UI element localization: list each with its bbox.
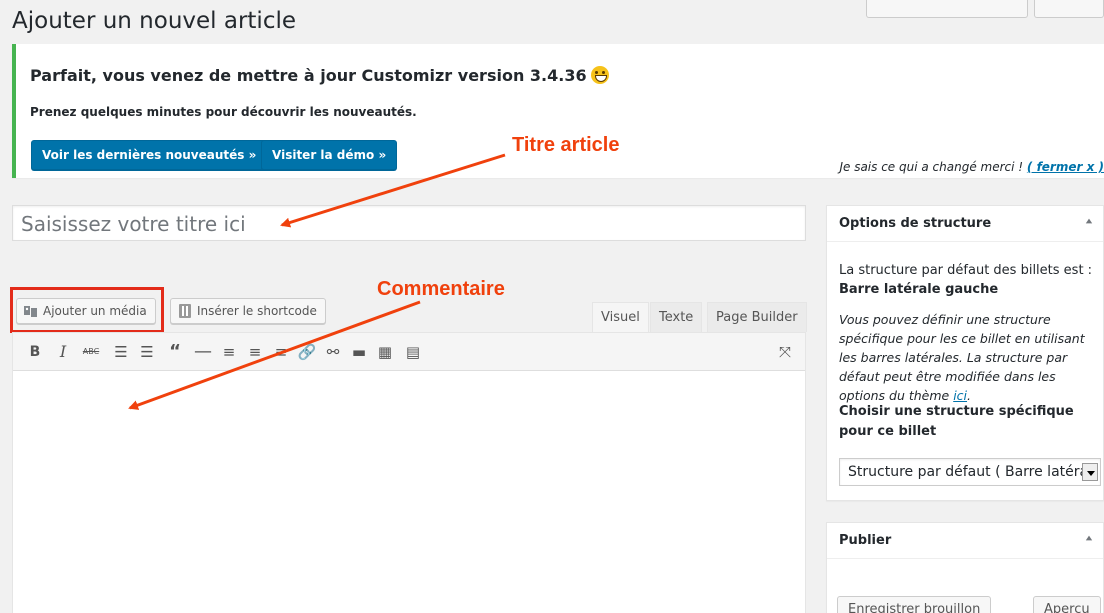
publish-header[interactable]: Publier	[827, 523, 1103, 559]
highlight-box	[10, 287, 164, 333]
bullet-list-icon[interactable]: ☰	[111, 342, 131, 362]
numbered-list-icon[interactable]: ☰	[137, 342, 157, 362]
tab-visual[interactable]: Visuel	[592, 302, 649, 332]
smiley-icon	[590, 66, 609, 84]
collapse-icon[interactable]	[1085, 218, 1093, 224]
theme-options-link[interactable]: ici	[953, 388, 967, 403]
align-left-icon[interactable]: ≡	[219, 342, 239, 362]
default-layout-text: La structure par défaut des billets est …	[839, 263, 1093, 297]
bold-icon[interactable]: B	[25, 342, 45, 362]
italic-icon[interactable]: I	[53, 342, 73, 362]
shortcode-icon[interactable]: ▤	[403, 342, 423, 362]
annotation-commentaire: Commentaire	[377, 278, 505, 300]
update-notice: Parfait, vous venez de mettre à jour Cus…	[12, 44, 1104, 178]
tab-text[interactable]: Texte	[650, 302, 703, 332]
layout-help-text: Vous pouvez définir une structure spécif…	[839, 312, 1085, 403]
link-icon[interactable]: 🔗	[297, 342, 317, 362]
collapse-icon[interactable]	[1085, 535, 1093, 541]
toolbar-toggle-icon[interactable]: ▦	[375, 342, 395, 362]
page-title: Ajouter un nouvel article	[12, 8, 297, 34]
screen-options-button[interactable]	[866, 0, 1028, 18]
shortcode-button-icon	[179, 304, 191, 318]
dismiss-notice: Je sais ce qui a changé merci ! ( fermer…	[839, 160, 1104, 174]
preview-button[interactable]: Aperçu	[1033, 596, 1101, 613]
layout-select[interactable]: Structure par défaut ( Barre latérale	[839, 458, 1101, 486]
visit-demo-button[interactable]: Visiter la démo »	[261, 140, 398, 170]
editor-toolbar: B I ABC ☰ ☰ “ — ≡ ≡ ≡ 🔗 ⚯ ▬ ▦ ▤ ⤧	[13, 333, 805, 371]
strikethrough-icon[interactable]: ABC	[81, 342, 101, 362]
align-center-icon[interactable]: ≡	[245, 342, 265, 362]
content-editor[interactable]: B I ABC ☰ ☰ “ — ≡ ≡ ≡ 🔗 ⚯ ▬ ▦ ▤ ⤧	[12, 332, 806, 613]
unlink-icon[interactable]: ⚯	[323, 342, 343, 362]
read-more-icon[interactable]: ▬	[349, 342, 369, 362]
layout-options-box: Options de structure La structure par dé…	[826, 205, 1104, 501]
notice-description: Prenez quelques minutes pour découvrir l…	[30, 105, 417, 119]
choose-layout-label: Choisir une structure spécifique pour ce…	[839, 404, 1074, 439]
post-title-input[interactable]: Saisissez votre titre ici	[12, 205, 806, 241]
blockquote-icon[interactable]: “	[165, 342, 185, 362]
chevron-down-icon	[1082, 463, 1098, 481]
insert-shortcode-button[interactable]: Insérer le shortcode	[170, 298, 326, 324]
publish-box: Publier Enregistrer brouillon Aperçu	[826, 522, 1104, 613]
shortcode-label: Insérer le shortcode	[197, 304, 317, 318]
layout-options-header[interactable]: Options de structure	[827, 206, 1103, 242]
annotation-title-article: Titre article	[512, 134, 620, 156]
help-button[interactable]	[1034, 0, 1104, 18]
align-right-icon[interactable]: ≡	[271, 342, 291, 362]
view-news-button[interactable]: Voir les dernières nouveautés »	[31, 140, 268, 170]
fullscreen-icon[interactable]: ⤧	[775, 342, 795, 362]
tab-page-builder[interactable]: Page Builder	[707, 302, 807, 332]
dismiss-link[interactable]: ( fermer x )	[1027, 160, 1104, 174]
save-draft-button[interactable]: Enregistrer brouillon	[837, 596, 992, 613]
horizontal-rule-icon[interactable]: —	[193, 342, 213, 362]
notice-title: Parfait, vous venez de mettre à jour Cus…	[30, 66, 609, 85]
